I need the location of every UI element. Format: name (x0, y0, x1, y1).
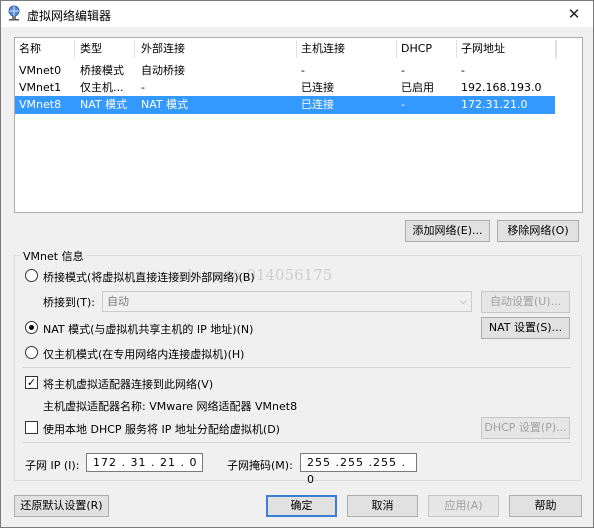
cell-host: 已连接 (301, 98, 334, 111)
chevron-down-icon: ⌵ (459, 296, 467, 307)
cell-host: 已连接 (301, 81, 334, 94)
cell-dhcp: - (401, 64, 405, 77)
cell-name: VMnet1 (19, 81, 62, 94)
vmnet-info-title: VMnet 信息 (21, 248, 86, 264)
cell-host: - (301, 64, 305, 77)
restore-defaults-button[interactable]: 还原默认设置(R) (14, 495, 109, 517)
cell-type: 桥接模式 (80, 64, 124, 77)
bridged-to-select[interactable]: 自动 ⌵ (102, 291, 472, 312)
column-header-type[interactable]: 类型 (75, 40, 135, 58)
column-header-dhcp[interactable]: DHCP (397, 40, 457, 58)
window-title: 虚拟网络编辑器 (27, 9, 112, 23)
cell-name: VMnet8 (19, 98, 62, 111)
title-bar: 虚拟网络编辑器 ✕ (1, 1, 593, 27)
apply-button[interactable]: 应用(A) (428, 495, 499, 517)
ok-button[interactable]: 确定 (266, 495, 337, 517)
nat-mode-radio[interactable] (25, 321, 38, 334)
divider (23, 367, 571, 368)
vmnet-info-group (14, 255, 582, 481)
use-dhcp-checkbox[interactable] (25, 421, 38, 434)
use-dhcp-label[interactable]: 使用本地 DHCP 服务将 IP 地址分配给虚拟机(D) (43, 421, 280, 437)
cell-type: 仅主机... (80, 81, 124, 94)
auto-settings-button[interactable]: 自动设置(U)... (481, 291, 570, 313)
bridged-to-label: 桥接到(T): (43, 296, 96, 309)
nat-mode-label[interactable]: NAT 模式(与虚拟机共享主机的 IP 地址)(N) (43, 321, 253, 337)
help-button[interactable]: 帮助 (509, 495, 582, 517)
cell-type: NAT 模式 (80, 98, 128, 111)
table-row[interactable]: VMnet0 桥接模式 自动桥接 - - - (15, 62, 555, 80)
hostonly-mode-radio[interactable] (25, 346, 38, 359)
column-header-subnet[interactable]: 子网地址 (457, 40, 556, 58)
divider (23, 442, 571, 443)
bridged-mode-radio[interactable] (25, 269, 38, 282)
network-list[interactable]: 名称 类型 外部连接 主机连接 DHCP 子网地址 VMnet0 桥接模式 自动… (14, 37, 583, 213)
adapter-name-label: 主机虚拟适配器名称: VMware 网络适配器 VMnet8 (43, 400, 298, 413)
cell-external: NAT 模式 (141, 98, 189, 111)
table-row-selected[interactable]: VMnet8 NAT 模式 NAT 模式 已连接 - 172.31.21.0 (15, 96, 555, 114)
connect-adapter-checkbox[interactable]: ✓ (25, 376, 38, 389)
cancel-button[interactable]: 取消 (347, 495, 418, 517)
cell-external: - (141, 81, 145, 94)
hostonly-mode-label[interactable]: 仅主机模式(在专用网络内连接虚拟机)(H) (43, 346, 244, 362)
network-globe-icon (7, 5, 21, 21)
remove-network-button[interactable]: 移除网络(O) (497, 220, 579, 242)
subnet-ip-label: 子网 IP (I): (25, 459, 80, 472)
bridged-mode-label[interactable]: 桥接模式(将虚拟机直接连接到外部网络)(B) (43, 269, 255, 285)
column-header-external[interactable]: 外部连接 (135, 40, 297, 58)
cell-subnet: 172.31.21.0 (461, 98, 528, 111)
nat-settings-button[interactable]: NAT 设置(S)... (481, 317, 570, 339)
cell-dhcp: 已启用 (401, 81, 434, 94)
cell-dhcp: - (401, 98, 405, 111)
bridged-to-value: 自动 (107, 295, 129, 308)
cell-subnet: 192.168.193.0 (461, 81, 542, 94)
cell-name: VMnet0 (19, 64, 62, 77)
subnet-mask-label: 子网掩码(M): (227, 459, 293, 472)
list-header: 名称 类型 外部连接 主机连接 DHCP 子网地址 (15, 40, 582, 60)
checkmark-icon: ✓ (26, 376, 37, 389)
column-header-name[interactable]: 名称 (15, 40, 75, 58)
close-button[interactable]: ✕ (563, 4, 585, 24)
subnet-ip-input[interactable]: 172 . 31 . 21 . 0 (86, 453, 203, 472)
header-spacer (556, 40, 582, 60)
connect-adapter-label[interactable]: 将主机虚拟适配器连接到此网络(V) (43, 376, 213, 392)
column-header-host[interactable]: 主机连接 (297, 40, 397, 58)
virtual-network-editor-window: 虚拟网络编辑器 ✕ 名称 类型 外部连接 主机连接 DHCP 子网地址 VMne… (0, 0, 594, 528)
cell-external: 自动桥接 (141, 64, 185, 77)
cell-subnet: - (461, 64, 465, 77)
subnet-mask-input[interactable]: 255 .255 .255 . 0 (300, 453, 417, 486)
dhcp-settings-button[interactable]: DHCP 设置(P)... (481, 417, 570, 439)
add-network-button[interactable]: 添加网络(E)... (405, 220, 490, 242)
table-row[interactable]: VMnet1 仅主机... - 已连接 已启用 192.168.193.0 (15, 79, 555, 97)
